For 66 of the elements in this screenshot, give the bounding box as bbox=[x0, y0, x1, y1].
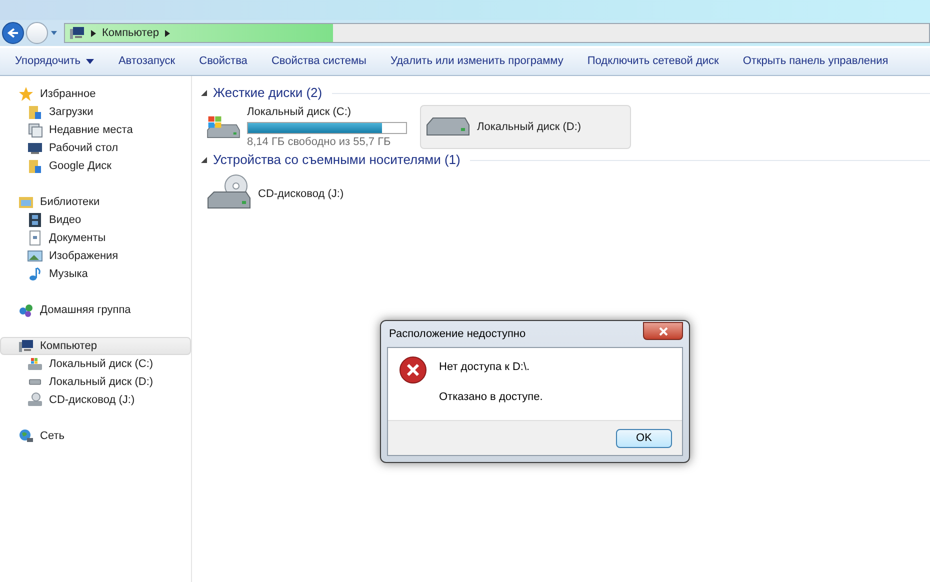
folder-icon bbox=[27, 158, 43, 174]
drive-icon bbox=[27, 378, 43, 386]
sidebar-item[interactable]: Загрузки bbox=[0, 103, 191, 121]
sidebar-item[interactable]: Изображения bbox=[0, 247, 191, 265]
document-stack-icon bbox=[27, 122, 43, 138]
sidebar-item[interactable]: Видео bbox=[0, 211, 191, 229]
error-icon bbox=[399, 356, 427, 384]
toolbar-button[interactable]: Свойства системы bbox=[259, 50, 378, 72]
computer-icon bbox=[69, 25, 85, 41]
drive-label: Локальный диск (D:) bbox=[477, 120, 582, 135]
cd-drive-icon bbox=[27, 392, 43, 408]
sidebar-item[interactable]: Сеть bbox=[0, 427, 191, 445]
dialog-title: Расположение недоступно bbox=[388, 326, 526, 342]
drive-label: CD-дисковод (J:) bbox=[258, 186, 344, 202]
folder-icon bbox=[18, 194, 34, 210]
error-message: Нет доступа к D:\. bbox=[439, 360, 531, 375]
breadcrumb-arrow-icon[interactable] bbox=[164, 30, 170, 36]
ok-button[interactable]: OK bbox=[616, 428, 672, 448]
monitor-icon bbox=[27, 140, 43, 156]
computer-icon bbox=[18, 338, 34, 354]
sidebar-item[interactable]: Рабочий стол bbox=[0, 139, 191, 157]
free-space-caption: 8,14 ГБ свободно из 55,7 ГБ bbox=[247, 135, 392, 150]
image-icon bbox=[27, 248, 43, 264]
network-globe-icon bbox=[18, 428, 34, 444]
sidebar-item[interactable]: Локальный диск (D:) bbox=[0, 373, 191, 391]
error-detail: Отказано в доступе. bbox=[439, 390, 543, 404]
drive-icon bbox=[425, 117, 471, 137]
left-arrow-icon bbox=[7, 27, 19, 39]
sidebar-item[interactable]: Компьютер bbox=[0, 337, 191, 355]
sidebar-item[interactable]: Документы bbox=[0, 229, 191, 247]
toolbar-button[interactable]: Автозапуск bbox=[106, 50, 188, 72]
drive-tile[interactable]: CD-дисковод (J:) bbox=[201, 172, 412, 216]
group-heading[interactable]: Жесткие диски (2) bbox=[213, 83, 322, 103]
close-icon bbox=[658, 326, 668, 336]
drive-tile[interactable]: Локальный диск (D:) bbox=[420, 105, 631, 149]
homegroup-icon bbox=[18, 302, 34, 318]
breadcrumb[interactable]: Компьютер bbox=[102, 24, 159, 42]
toolbar-button[interactable]: Упорядочить bbox=[3, 50, 106, 72]
drive-icon bbox=[27, 356, 43, 372]
address-bar[interactable]: Компьютер bbox=[64, 23, 930, 43]
breadcrumb-arrow-icon[interactable] bbox=[91, 30, 96, 36]
toolbar-button[interactable]: Подключить сетевой диск bbox=[575, 50, 731, 72]
film-icon bbox=[27, 212, 43, 228]
back-button[interactable] bbox=[2, 22, 24, 44]
sidebar-item[interactable]: Музыка bbox=[0, 265, 191, 283]
dropdown-caret-icon[interactable] bbox=[50, 29, 58, 37]
document-icon bbox=[27, 230, 43, 246]
collapse-triangle-icon[interactable] bbox=[201, 157, 207, 163]
sidebar-item[interactable]: Библиотеки bbox=[0, 193, 191, 211]
star-icon bbox=[18, 86, 34, 102]
close-button[interactable] bbox=[643, 322, 683, 340]
sidebar-item[interactable]: Избранное bbox=[0, 85, 191, 103]
music-note-icon bbox=[27, 266, 43, 282]
sidebar-item[interactable]: CD-дисковод (J:) bbox=[0, 391, 191, 409]
drive-tile[interactable]: Локальный диск (C:) 8,14 ГБ свободно из 55,7 ГБ bbox=[201, 105, 412, 149]
sidebar-item[interactable]: Недавние места bbox=[0, 121, 191, 139]
toolbar-button[interactable]: Открыть панель управления bbox=[730, 50, 900, 72]
group-heading[interactable]: Устройства со съемными носителями (1) bbox=[213, 150, 460, 170]
toolbar-button[interactable]: Свойства bbox=[187, 50, 260, 72]
sidebar-item[interactable]: Локальный диск (C:) bbox=[0, 355, 191, 373]
folder-icon bbox=[27, 104, 43, 120]
drive-label: Локальный диск (C:) bbox=[247, 104, 352, 120]
sidebar-item[interactable]: Домашняя группа bbox=[0, 301, 191, 319]
collapse-triangle-icon[interactable] bbox=[201, 90, 207, 96]
sidebar-item[interactable]: Google Диск bbox=[0, 157, 191, 175]
toolbar-button[interactable]: Удалить или изменить программу bbox=[378, 50, 576, 72]
